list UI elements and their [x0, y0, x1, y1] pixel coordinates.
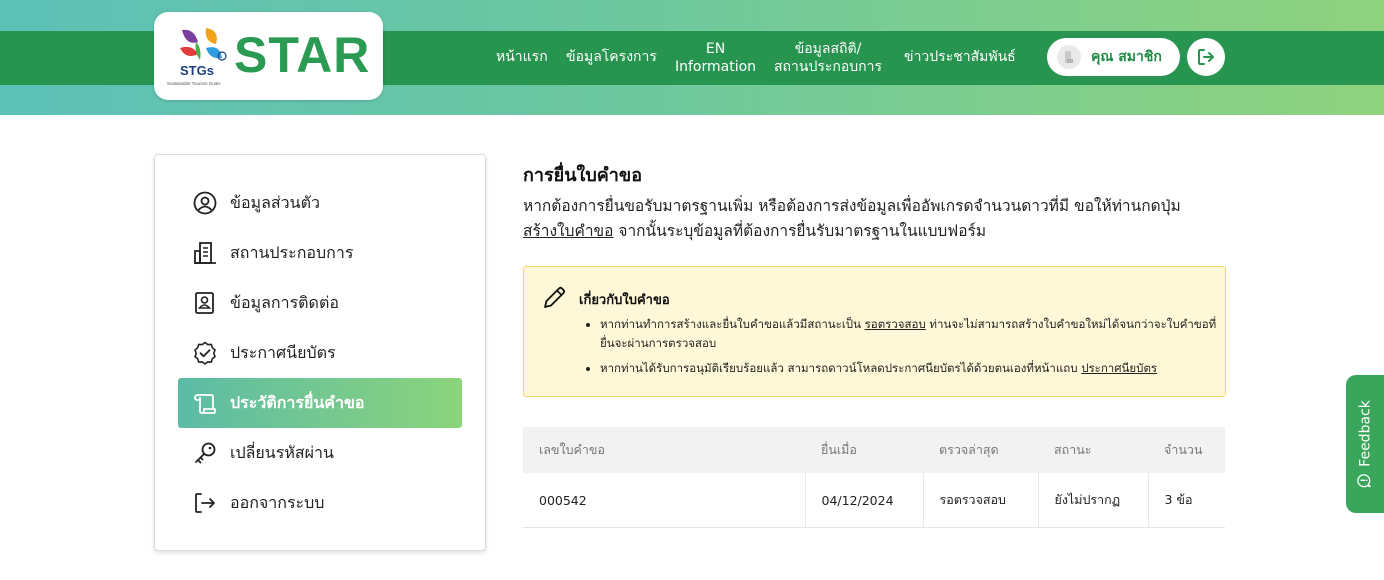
badge-check-icon: [194, 341, 216, 365]
cell-last-checked: รอตรวจสอบ: [922, 473, 1038, 528]
page-title: การยื่นใบคำขอ: [523, 165, 643, 186]
nav-statistics-label-1: ข้อมูลสถิติ/: [794, 41, 862, 57]
sidebar-item-label: ข้อมูลส่วนตัว: [230, 193, 320, 212]
contact-book-icon: [195, 292, 214, 314]
sidebar-item-label: เปลี่ยนรหัสผ่าน: [230, 443, 334, 462]
column-header-submitted: ยื่นเมื่อ: [805, 427, 923, 473]
scroll-icon: [194, 394, 216, 414]
column-header-status: สถานะ: [1038, 427, 1148, 473]
nav-news[interactable]: ข่าวประชาสัมพันธ์: [904, 48, 1016, 66]
nav-statistics-label-2: สถานประกอบการ: [774, 59, 883, 75]
user-avatar-icon: [1065, 51, 1073, 63]
table-header-row: เลขใบคำขอ ยื่นเมื่อ ตรวจล่าสุด สถานะ จำน…: [523, 427, 1225, 473]
chat-bubble-icon: [1357, 474, 1371, 488]
nav-home-label: หน้าแรก: [496, 49, 548, 65]
cell-submitted: 04/12/2024: [804, 473, 923, 528]
column-header-request-no: เลขใบคำขอ: [523, 427, 805, 473]
pencil-icon: [544, 286, 566, 308]
notice-item-text: หากท่านได้รับการอนุมัติเรียบร้อยแล้ว สาม…: [600, 361, 1082, 375]
sidebar-item-logout[interactable]: ออกจากระบบ: [178, 478, 462, 528]
member-profile-button[interactable]: คุณ สมาชิก: [1047, 38, 1180, 76]
user-circle-icon: [193, 191, 217, 215]
feedback-label-wrap: Feedback: [1357, 400, 1374, 488]
page-description: หากต้องการยื่นขอรับมาตรฐานเพิ่ม หรือต้อง…: [523, 194, 1223, 244]
sidebar-item-label: ประวัติการยื่นคำขอ: [230, 393, 365, 412]
cell-request-no: 000542: [523, 473, 805, 528]
sidebar-item-label: ออกจากระบบ: [230, 493, 325, 512]
logo-stgs-text: STGs: [180, 63, 214, 78]
nav-en-label-1: EN: [705, 41, 726, 57]
nav-news-label: ข่าวประชาสัมพันธ์: [904, 49, 1016, 65]
sidebar-item-certificate[interactable]: ประกาศนียบัตร: [178, 328, 462, 378]
member-name: คุณ สมาชิก: [1091, 49, 1162, 65]
sidebar-item-label: สถานประกอบการ: [230, 243, 354, 262]
notice-item-text: หากท่านทำการสร้างและยื่นใบคำขอแล้วมีสถาน…: [600, 317, 865, 331]
cell-status: ยังไม่ปรากฏ: [1037, 473, 1148, 528]
sidebar-item-change-password[interactable]: เปลี่ยนรหัสผ่าน: [178, 428, 462, 478]
logout-icon: [195, 493, 215, 513]
notice-title: เกี่ยวกับใบคำขอ: [579, 293, 670, 308]
feedback-label: Feedback: [1357, 400, 1374, 467]
column-header-count: จำนวน: [1148, 427, 1225, 473]
key-icon: [195, 442, 216, 464]
logout-icon: [1198, 49, 1214, 65]
certificate-link[interactable]: ประกาศนียบัตร: [1081, 361, 1157, 375]
notice-item: หากท่านทำการสร้างและยื่นใบคำขอแล้วมีสถาน…: [600, 315, 1220, 353]
site-logo[interactable]: STGs Sustainable Tourism Goals STAR: [154, 12, 383, 100]
description-text-2: จากนั้นระบุข้อมูลที่ต้องการยื่นรับมาตรฐา…: [613, 222, 987, 240]
user-avatar: [1057, 45, 1081, 69]
notice-item: หากท่านได้รับการอนุมัติเรียบร้อยแล้ว สาม…: [600, 359, 1220, 378]
sidebar-item-contact[interactable]: ข้อมูลการติดต่อ: [178, 278, 462, 328]
account-sidebar: ข้อมูลส่วนตัว สถานประกอบการ ข้อมูลการติด…: [154, 154, 486, 551]
nav-en-information[interactable]: EN Information: [675, 40, 756, 76]
sidebar-item-profile[interactable]: ข้อมูลส่วนตัว: [178, 178, 462, 228]
request-notice-box: เกี่ยวกับใบคำขอ หากท่านทำการสร้างและยื่น…: [523, 266, 1226, 397]
feedback-tab[interactable]: Feedback: [1346, 375, 1384, 513]
logo-wordmark: STAR: [234, 27, 371, 83]
header-logout-button[interactable]: [1187, 38, 1225, 76]
nav-project-info[interactable]: ข้อมูลโครงการ: [566, 48, 657, 66]
nav-project-info-label: ข้อมูลโครงการ: [566, 49, 657, 65]
create-request-link[interactable]: สร้างใบคำขอ: [523, 222, 613, 240]
nav-home[interactable]: หน้าแรก: [496, 48, 548, 66]
pending-review-link[interactable]: รอตรวจสอบ: [865, 317, 926, 331]
sidebar-item-business[interactable]: สถานประกอบการ: [178, 228, 462, 278]
site-header: STGs Sustainable Tourism Goals STAR หน้า…: [0, 0, 1384, 115]
column-header-last-checked: ตรวจล่าสุด: [923, 427, 1038, 473]
table-row[interactable]: 000542 04/12/2024 รอตรวจสอบ ยังไม่ปรากฏ …: [523, 473, 1225, 528]
sidebar-item-request-history[interactable]: ประวัติการยื่นคำขอ: [178, 378, 462, 428]
sidebar-item-label: ประกาศนียบัตร: [230, 343, 336, 362]
request-history-table: เลขใบคำขอ ยื่นเมื่อ ตรวจล่าสุด สถานะ จำน…: [523, 427, 1225, 528]
nav-en-label-2: Information: [675, 59, 757, 75]
description-text-1: หากต้องการยื่นขอรับมาตรฐานเพิ่ม หรือต้อง…: [523, 197, 1181, 215]
notice-list: หากท่านทำการสร้างและยื่นใบคำขอแล้วมีสถาน…: [582, 315, 1220, 384]
logo-tagline: Sustainable Tourism Goals: [167, 81, 221, 86]
nav-statistics[interactable]: ข้อมูลสถิติ/ สถานประกอบการ: [774, 40, 882, 76]
sidebar-item-label: ข้อมูลการติดต่อ: [230, 293, 339, 312]
building-icon: [194, 242, 216, 264]
cell-count: 3 ข้อ: [1147, 473, 1225, 528]
